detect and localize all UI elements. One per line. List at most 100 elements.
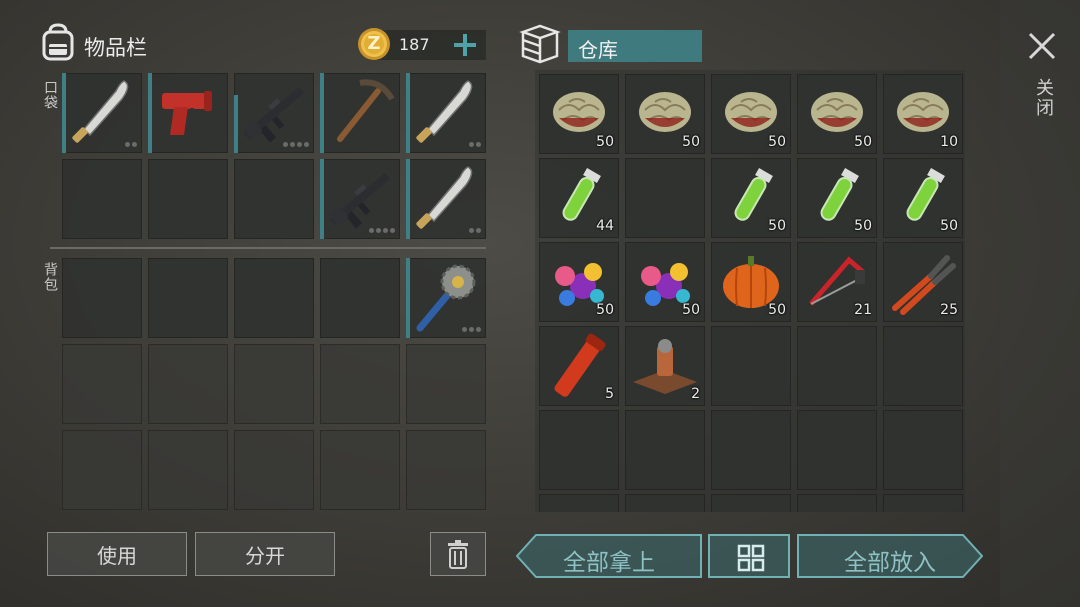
durability-dots: [469, 142, 481, 147]
pocket-slot[interactable]: [406, 73, 486, 153]
pocket-slot-empty[interactable]: [234, 159, 314, 239]
storage-slot-empty[interactable]: [539, 494, 619, 512]
storage-slot[interactable]: 50: [711, 74, 791, 154]
item-quantity: 50: [596, 302, 614, 318]
pocket-slot[interactable]: [320, 159, 400, 239]
backpack-slot-empty[interactable]: [234, 430, 314, 510]
storage-title-bar: 仓库: [568, 30, 702, 62]
item-quantity: 50: [854, 134, 872, 150]
pocket-slot[interactable]: [234, 73, 314, 153]
pocket-slot[interactable]: [148, 73, 228, 153]
backpack-label: 背包: [42, 262, 58, 292]
storage-slot-empty[interactable]: [625, 494, 705, 512]
storage-slot-empty[interactable]: [883, 326, 963, 406]
backpack-slot-empty[interactable]: [320, 258, 400, 338]
trash-icon: [448, 540, 468, 569]
item-quantity: 50: [596, 134, 614, 150]
saw-blade-mace-icon: [416, 264, 476, 332]
sort-button[interactable]: [708, 534, 790, 578]
storage-slot-empty[interactable]: [711, 326, 791, 406]
flare-gun-icon: [162, 91, 212, 135]
backpack-slot[interactable]: [406, 258, 486, 338]
storage-slot[interactable]: 50: [625, 242, 705, 322]
durability-dots: [462, 327, 481, 332]
storage-slot-empty[interactable]: [625, 410, 705, 490]
backpack-slot-empty[interactable]: [62, 258, 142, 338]
coin-count: 187: [399, 35, 430, 54]
storage-slot[interactable]: 10: [883, 74, 963, 154]
storage-slot-empty[interactable]: [625, 158, 705, 238]
backpack-slot-empty[interactable]: [148, 344, 228, 424]
storage-slot[interactable]: 5: [539, 326, 619, 406]
machete-icon: [72, 80, 129, 143]
add-coins-button[interactable]: [452, 32, 478, 58]
item-quantity: 50: [940, 218, 958, 234]
storage-slot[interactable]: 50: [625, 74, 705, 154]
item-quantity: 10: [940, 134, 958, 150]
pickaxe-icon: [337, 79, 395, 142]
backpack-slot-empty[interactable]: [62, 344, 142, 424]
storage-slot[interactable]: 50: [711, 242, 791, 322]
item-quantity: 5: [605, 386, 614, 402]
use-button[interactable]: 使用: [47, 532, 187, 576]
take-all-label: 全部拿上: [563, 550, 655, 576]
pocket-slot[interactable]: [406, 159, 486, 239]
coin-icon: Z: [356, 26, 392, 62]
storage-icon: [517, 22, 563, 66]
backpack-slot-empty[interactable]: [234, 344, 314, 424]
backpack-icon: [38, 22, 78, 62]
item-quantity: 50: [854, 218, 872, 234]
storage-slot-empty[interactable]: [797, 326, 877, 406]
inventory-title: 物品栏: [84, 36, 147, 60]
put-all-label: 全部放入: [844, 550, 936, 576]
durability-dots: [369, 228, 395, 233]
storage-slot[interactable]: 2: [625, 326, 705, 406]
storage-slot-empty[interactable]: [883, 410, 963, 490]
durability-dots: [469, 228, 481, 233]
grid-sort-icon: [737, 544, 765, 572]
storage-slot[interactable]: 50: [539, 74, 619, 154]
backpack-slot-empty[interactable]: [62, 430, 142, 510]
storage-slot-empty[interactable]: [797, 410, 877, 490]
item-quantity: 25: [940, 302, 958, 318]
machete-icon: [416, 80, 473, 143]
storage-slot[interactable]: 21: [797, 242, 877, 322]
storage-slot[interactable]: 44: [539, 158, 619, 238]
pocket-slot-empty[interactable]: [148, 159, 228, 239]
backpack-slot-empty[interactable]: [320, 344, 400, 424]
take-all-button[interactable]: 全部拿上: [516, 534, 702, 578]
storage-slot[interactable]: 50: [797, 74, 877, 154]
assault-rifle-icon: [242, 86, 305, 143]
storage-slot-empty[interactable]: [797, 494, 877, 512]
machete-icon: [416, 166, 473, 229]
storage-slot[interactable]: 50: [539, 242, 619, 322]
pocket-slot-empty[interactable]: [62, 159, 142, 239]
storage-slot-empty[interactable]: [883, 494, 963, 512]
backpack-slot-empty[interactable]: [320, 430, 400, 510]
storage-slot-empty[interactable]: [711, 494, 791, 512]
item-quantity: 50: [768, 218, 786, 234]
storage-slot[interactable]: 50: [797, 158, 877, 238]
backpack-slot-empty[interactable]: [234, 258, 314, 338]
backpack-slot-empty[interactable]: [406, 430, 486, 510]
pocket-slot[interactable]: [62, 73, 142, 153]
storage-slot[interactable]: 50: [883, 158, 963, 238]
storage-title: 仓库: [578, 38, 618, 62]
storage-slot-empty[interactable]: [711, 410, 791, 490]
item-quantity: 21: [854, 302, 872, 318]
close-button[interactable]: 关闭: [1022, 28, 1062, 128]
item-quantity: 50: [768, 134, 786, 150]
backpack-slot-empty[interactable]: [148, 258, 228, 338]
put-all-button[interactable]: 全部放入: [797, 534, 983, 578]
storage-slot-empty[interactable]: [539, 410, 619, 490]
durability-dots: [125, 142, 137, 147]
backpack-slot-empty[interactable]: [406, 344, 486, 424]
storage-grid-frame: 50 50 50 50 10 44 50 50 50 50 50 50 21 25 5 2: [535, 70, 965, 512]
storage-slot[interactable]: 25: [883, 242, 963, 322]
delete-button[interactable]: [430, 532, 486, 576]
storage-slot[interactable]: 50: [711, 158, 791, 238]
coin-glyph: Z: [367, 33, 381, 54]
pocket-slot[interactable]: [320, 73, 400, 153]
backpack-slot-empty[interactable]: [148, 430, 228, 510]
split-button[interactable]: 分开: [195, 532, 335, 576]
